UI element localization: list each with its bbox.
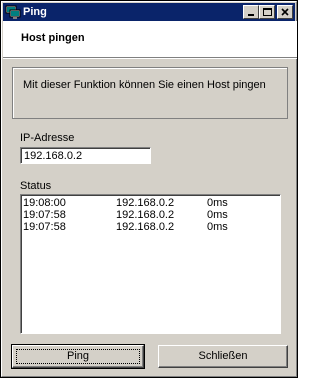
description-box: Mit dieser Funktion können Sie einen Hos… xyxy=(12,67,288,119)
status-label: Status xyxy=(20,180,52,192)
window-title: Ping xyxy=(23,6,47,18)
status-ip: 192.168.0.2 xyxy=(116,209,175,221)
ip-address-field[interactable]: 192.168.0.2 xyxy=(20,147,151,164)
list-item[interactable]: 19:07:58 192.168.0.2 0ms xyxy=(22,221,280,233)
list-item[interactable]: 19:08:00 192.168.0.2 0ms xyxy=(22,197,280,209)
minimize-icon xyxy=(248,14,254,16)
status-time: 19:07:58 xyxy=(23,209,66,221)
maximize-button[interactable] xyxy=(259,5,275,19)
description-text: Mit dieser Funktion können Sie einen Hos… xyxy=(23,79,266,91)
list-item[interactable]: 19:07:58 192.168.0.2 0ms xyxy=(22,209,280,221)
status-time: 19:07:58 xyxy=(23,221,66,233)
ping-button[interactable]: Ping xyxy=(11,344,145,369)
close-button[interactable]: Schließen xyxy=(158,345,288,368)
status-latency: 0ms xyxy=(207,209,228,221)
close-icon xyxy=(281,8,289,16)
ping-button-label: Ping xyxy=(66,350,90,362)
status-ip: 192.168.0.2 xyxy=(116,221,175,233)
ping-window: Ping Host pingen Mit dieser Funktion kön… xyxy=(0,0,298,378)
header-panel: Host pingen xyxy=(3,21,297,57)
status-time: 19:08:00 xyxy=(23,197,66,209)
status-latency: 0ms xyxy=(207,197,228,209)
maximize-icon xyxy=(263,8,272,16)
minimize-button[interactable] xyxy=(243,5,259,19)
status-list-content: 19:08:00 192.168.0.2 0ms 19:07:58 192.16… xyxy=(21,195,280,333)
header-title: Host pingen xyxy=(21,32,85,44)
close-button-label: Schließen xyxy=(198,350,248,362)
status-ip: 192.168.0.2 xyxy=(116,197,175,209)
status-latency: 0ms xyxy=(207,221,228,233)
network-icon xyxy=(5,4,21,20)
status-list[interactable]: 19:08:00 192.168.0.2 0ms 19:07:58 192.16… xyxy=(20,194,281,334)
ip-address-value[interactable]: 192.168.0.2 xyxy=(21,148,150,163)
ip-address-label: IP-Adresse xyxy=(20,132,75,144)
title-bar[interactable]: Ping xyxy=(3,3,295,21)
close-window-button[interactable] xyxy=(277,5,293,19)
header-divider-highlight xyxy=(3,58,297,59)
